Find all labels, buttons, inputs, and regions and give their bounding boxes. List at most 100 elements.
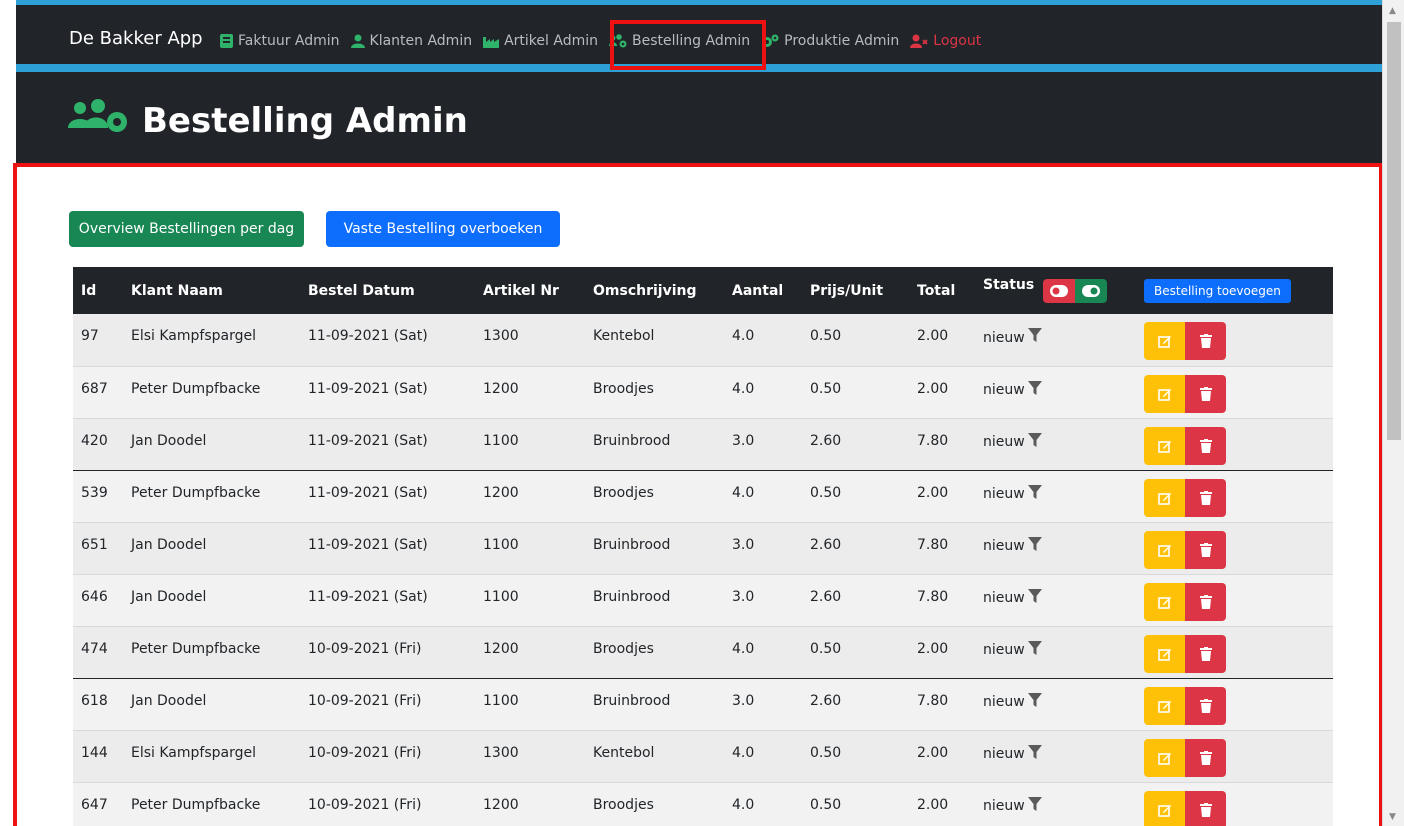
filter-icon[interactable] [1027,744,1042,764]
cell-artikel-nr: 1200 [483,380,519,397]
cell-status: nieuw [975,782,1136,826]
edit-icon [1157,648,1171,661]
delete-button[interactable] [1185,686,1226,725]
status-text: nieuw [983,382,1025,398]
page-title-text: Bestelling Admin [142,100,468,141]
filter-icon[interactable] [1027,588,1042,608]
cell-aantal: 3.0 [732,692,755,709]
edit-icon [1157,492,1171,505]
cell-id: 618 [81,692,108,709]
column-header-actions: Bestelling toevoegen [1136,267,1333,314]
trash-icon [1199,542,1212,557]
toggle-on-button[interactable] [1075,278,1108,303]
delete-button[interactable] [1185,426,1226,465]
brand-link[interactable]: De Bakker App [69,28,203,49]
delete-button[interactable] [1185,738,1226,777]
edit-button[interactable] [1144,634,1185,673]
cell-status: nieuw [975,470,1136,522]
cell-id: 97 [81,328,99,344]
add-order-button[interactable]: Bestelling toevoegen [1144,278,1291,303]
industry-icon [483,35,500,48]
filter-icon[interactable] [1027,328,1042,347]
cell-actions [1136,730,1333,782]
cell-omschrijving: Bruinbrood [593,588,671,605]
toggle-off-button[interactable] [1043,278,1076,303]
edit-icon [1157,596,1171,609]
nav-item-bestelling[interactable]: Bestelling Admin [609,33,750,49]
trash-icon [1199,802,1212,817]
nav-item-klanten[interactable]: Klanten Admin [350,33,472,49]
column-header-total: Total [917,282,956,299]
edit-button[interactable] [1144,322,1185,360]
scroll-thumb[interactable] [1387,22,1401,440]
filter-icon[interactable] [1027,432,1042,452]
filter-icon[interactable] [1027,796,1042,816]
cell-bestel-datum: 11-09-2021 (Sat) [308,484,428,501]
edit-button[interactable] [1144,582,1185,621]
cell-bestel-datum: 11-09-2021 (Sat) [308,328,428,344]
nav-item-faktuur[interactable]: Faktuur Admin [220,33,340,49]
scrollbar[interactable]: ▲ ▼ [1382,0,1404,826]
filter-icon[interactable] [1027,484,1042,504]
delete-button[interactable] [1185,530,1226,569]
cell-total: 2.00 [917,796,949,813]
cell-aantal: 4.0 [732,796,755,813]
cell-status: nieuw [975,418,1136,470]
nav-item-artikel[interactable]: Artikel Admin [483,33,598,49]
cell-actions [1136,678,1333,730]
vaste-bestelling-button[interactable]: Vaste Bestelling overboeken [326,211,560,247]
delete-button[interactable] [1185,582,1226,621]
row-actions [1144,478,1333,517]
cell-artikel-nr: 1300 [483,328,519,344]
trash-icon [1199,386,1212,401]
cell-aantal: 3.0 [732,588,755,605]
nav-item-produktie[interactable]: Produktie Admin [761,33,899,49]
filter-icon[interactable] [1027,692,1042,712]
cell-actions [1136,574,1333,626]
column-header-prijs: Prijs/Unit [810,282,884,299]
overview-button[interactable]: Overview Bestellingen per dag [69,211,304,247]
delete-button[interactable] [1185,790,1226,826]
status-wrap: nieuw [983,484,1136,504]
edit-button[interactable] [1144,738,1185,777]
table-row: 539 Peter Dumpfbacke 11-09-2021 (Sat) 1200 B… [73,470,1333,522]
edit-button[interactable] [1144,790,1185,826]
page-title: Bestelling Admin [68,98,468,143]
cell-status: nieuw [975,626,1136,678]
table-row: 687 Peter Dumpfbacke 11-09-2021 (Sat) 1200 B… [73,366,1333,418]
scroll-up-arrow-icon[interactable]: ▲ [1389,6,1396,16]
column-header-aantal: Aantal [732,282,784,299]
cell-aantal: 4.0 [732,484,755,501]
edit-icon [1157,544,1171,557]
edit-icon [1157,336,1171,348]
delete-button[interactable] [1185,322,1226,360]
edit-button[interactable] [1144,530,1185,569]
nav-item-logout[interactable]: Logout [910,33,981,49]
table-row: 144 Elsi Kampfspargel 10-09-2021 (Fri) 1300… [73,730,1333,782]
filter-icon[interactable] [1027,536,1042,556]
filter-icon[interactable] [1027,640,1042,660]
edit-button[interactable] [1144,686,1185,725]
delete-button[interactable] [1185,478,1226,517]
edit-button[interactable] [1144,478,1185,517]
nav-item-label: Bestelling Admin [632,33,751,49]
cell-aantal: 4.0 [732,640,755,657]
delete-button[interactable] [1185,374,1226,413]
cell-prijs: 0.50 [810,744,842,761]
row-actions [1144,790,1333,826]
edit-button[interactable] [1144,426,1185,465]
cell-bestel-datum: 10-09-2021 (Fri) [308,640,422,657]
delete-button[interactable] [1185,634,1226,673]
table-header-row: Id Klant Naam Bestel Datum Artikel Nr Om… [73,267,1333,314]
cell-artikel-nr: 1100 [483,588,519,605]
content-highlight-frame: Overview Bestellingen per dag Vaste Best… [13,163,1383,826]
edit-button[interactable] [1144,374,1185,413]
filter-icon[interactable] [1027,380,1042,400]
row-actions [1144,426,1333,465]
orders-table: Id Klant Naam Bestel Datum Artikel Nr Om… [73,267,1333,826]
status-wrap: nieuw [983,744,1136,764]
status-wrap: nieuw [983,380,1136,400]
cell-actions [1136,782,1333,826]
cell-bestel-datum: 11-09-2021 (Sat) [308,536,428,553]
scroll-down-arrow-icon[interactable]: ▼ [1389,812,1396,822]
